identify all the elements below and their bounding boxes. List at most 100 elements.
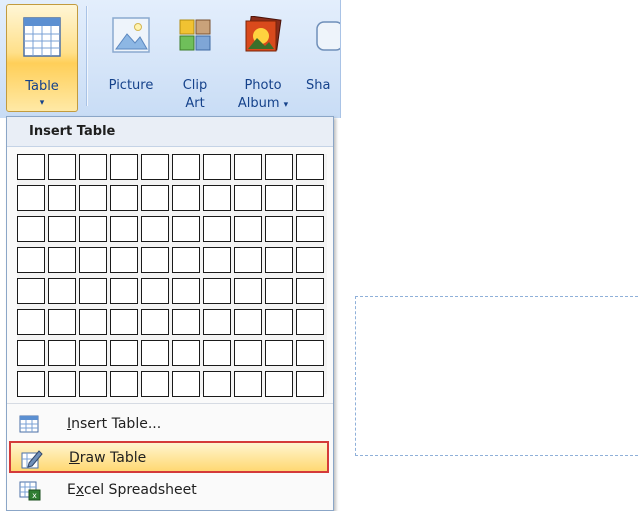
table-grid-cell[interactable] (48, 185, 76, 211)
table-grid-cell[interactable] (203, 371, 231, 397)
table-grid-cell[interactable] (172, 154, 200, 180)
table-grid-cell[interactable] (296, 340, 324, 366)
clip-art-button[interactable]: Clip Art (172, 4, 218, 111)
table-grid-cell[interactable] (141, 371, 169, 397)
table-grid-cell[interactable] (234, 340, 262, 366)
table-grid-cell[interactable] (17, 185, 45, 211)
table-grid-cell[interactable] (17, 309, 45, 335)
table-grid-cell[interactable] (203, 309, 231, 335)
table-grid-cell[interactable] (141, 154, 169, 180)
table-grid-cell[interactable] (110, 154, 138, 180)
table-grid-cell[interactable] (234, 278, 262, 304)
table-grid-cell[interactable] (17, 154, 45, 180)
table-grid-cell[interactable] (203, 216, 231, 242)
table-grid-cell[interactable] (79, 340, 107, 366)
table-grid-cell[interactable] (17, 340, 45, 366)
table-grid-cell[interactable] (265, 278, 293, 304)
table-grid-cell[interactable] (296, 247, 324, 273)
table-grid-cell[interactable] (110, 185, 138, 211)
menu-divider (7, 403, 333, 404)
table-grid-cell[interactable] (172, 216, 200, 242)
table-grid-cell[interactable] (48, 278, 76, 304)
content-placeholder[interactable] (355, 296, 638, 456)
picture-button[interactable]: Picture (100, 4, 162, 104)
table-grid-cell[interactable] (234, 185, 262, 211)
table-grid-cell[interactable] (79, 278, 107, 304)
table-grid-cell[interactable] (265, 154, 293, 180)
table-grid-cell[interactable] (203, 247, 231, 273)
table-grid-cell[interactable] (296, 185, 324, 211)
table-grid-cell[interactable] (48, 371, 76, 397)
table-grid-cell[interactable] (17, 278, 45, 304)
excel-spreadsheet-label: Excel Spreadsheet (67, 482, 197, 498)
table-grid-cell[interactable] (110, 216, 138, 242)
table-grid-cell[interactable] (234, 371, 262, 397)
table-grid-cell[interactable] (265, 340, 293, 366)
table-grid-cell[interactable] (141, 247, 169, 273)
table-grid-cell[interactable] (110, 340, 138, 366)
table-grid-cell[interactable] (110, 309, 138, 335)
table-grid-cell[interactable] (234, 154, 262, 180)
table-grid-cell[interactable] (141, 278, 169, 304)
table-grid-cell[interactable] (296, 216, 324, 242)
table-grid-cell[interactable] (234, 309, 262, 335)
table-grid-cell[interactable] (48, 216, 76, 242)
excel-spreadsheet-icon: x (19, 481, 41, 505)
table-grid-cell[interactable] (48, 309, 76, 335)
table-grid-cell[interactable] (203, 185, 231, 211)
table-grid-cell[interactable] (110, 278, 138, 304)
table-grid-cell[interactable] (265, 216, 293, 242)
table-grid-cell[interactable] (48, 340, 76, 366)
table-grid-cell[interactable] (79, 309, 107, 335)
table-grid-cell[interactable] (234, 247, 262, 273)
table-grid-cell[interactable] (110, 247, 138, 273)
insert-table-menu-item[interactable]: Insert Table... (9, 409, 329, 439)
table-grid-cell[interactable] (203, 154, 231, 180)
table-grid-cell[interactable] (79, 154, 107, 180)
table-grid-cell[interactable] (141, 185, 169, 211)
table-grid-cell[interactable] (203, 340, 231, 366)
table-grid-cell[interactable] (296, 371, 324, 397)
table-grid-cell[interactable] (265, 309, 293, 335)
table-grid-cell[interactable] (296, 154, 324, 180)
table-grid-cell[interactable] (79, 371, 107, 397)
table-grid-cell[interactable] (17, 371, 45, 397)
table-grid-cell[interactable] (172, 371, 200, 397)
table-grid-cell[interactable] (141, 216, 169, 242)
photo-album-button[interactable]: Photo Album ▾ (228, 4, 298, 111)
draw-table-menu-item[interactable]: Draw Table (9, 441, 329, 473)
shapes-button[interactable]: Sha (306, 4, 340, 104)
table-button[interactable]: Table ▾ (6, 4, 78, 112)
table-grid-cell[interactable] (17, 216, 45, 242)
draw-table-pencil-icon (21, 449, 43, 473)
table-grid-cell[interactable] (79, 247, 107, 273)
table-grid-cell[interactable] (265, 371, 293, 397)
table-grid-cell[interactable] (296, 278, 324, 304)
table-grid-cell[interactable] (79, 185, 107, 211)
ribbon-separator (86, 6, 87, 106)
table-grid-icon (23, 17, 61, 62)
table-grid-cell[interactable] (234, 216, 262, 242)
draw-table-label: Draw Table (69, 450, 147, 466)
table-grid-cell[interactable] (17, 247, 45, 273)
picture-button-label: Picture (108, 78, 154, 93)
excel-spreadsheet-menu-item[interactable]: x Excel Spreadsheet (9, 475, 329, 505)
table-grid-cell[interactable] (296, 309, 324, 335)
table-grid-cell[interactable] (79, 216, 107, 242)
insert-table-dropdown: Insert Table Insert Table... Draw Table (6, 116, 334, 511)
table-grid-cell[interactable] (172, 309, 200, 335)
table-grid-cell[interactable] (172, 247, 200, 273)
insert-table-header: Insert Table (7, 117, 333, 147)
table-grid-cell[interactable] (172, 278, 200, 304)
table-grid-cell[interactable] (172, 185, 200, 211)
table-grid-cell[interactable] (48, 154, 76, 180)
table-grid-cell[interactable] (110, 371, 138, 397)
table-grid-cell[interactable] (203, 278, 231, 304)
table-grid-cell[interactable] (48, 247, 76, 273)
table-size-grid[interactable] (17, 154, 327, 397)
table-grid-cell[interactable] (265, 185, 293, 211)
table-grid-cell[interactable] (141, 340, 169, 366)
table-grid-cell[interactable] (141, 309, 169, 335)
table-grid-cell[interactable] (172, 340, 200, 366)
table-grid-cell[interactable] (265, 247, 293, 273)
